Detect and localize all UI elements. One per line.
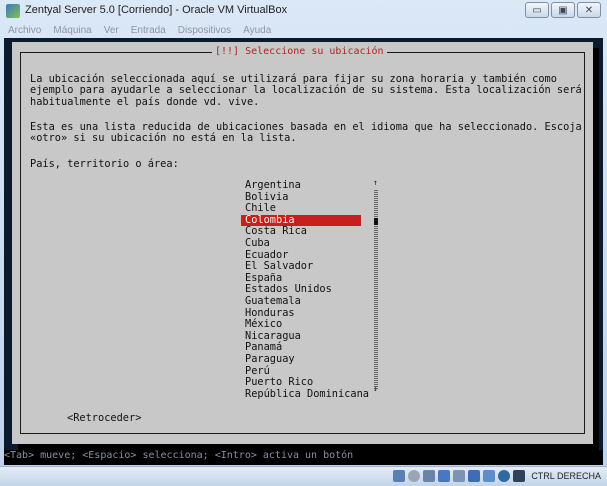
dialog-title: [!!] Seleccione su ubicación	[212, 46, 387, 57]
scroll-up-arrow-icon[interactable]: ↑	[373, 178, 378, 187]
cd-icon[interactable]	[408, 470, 421, 482]
scroll-down-arrow-icon[interactable]: ↓	[373, 384, 378, 393]
close-button[interactable]: ✕	[577, 2, 601, 18]
menu-dispositivos[interactable]: Dispositivos	[178, 24, 231, 38]
keyboard-hint: <Tab> mueve; <Espacio> selecciona; <Intr…	[4, 450, 354, 461]
list-item[interactable]: Cuba	[241, 237, 361, 250]
hdd-icon[interactable]	[393, 470, 406, 482]
menu-bar: Archivo Máquina Ver Entrada Dispositivos…	[0, 24, 607, 38]
window-controls: ▭ ▣ ✕	[525, 2, 601, 18]
list-item[interactable]: Puerto Rico	[241, 376, 361, 389]
maximize-button[interactable]: ▣	[551, 2, 575, 18]
shared-folder-icon[interactable]	[438, 470, 451, 482]
menu-ayuda[interactable]: Ayuda	[243, 24, 271, 38]
list-item[interactable]: El Salvador	[241, 261, 361, 273]
country-list: Argentina Bolivia Chile Colombia Costa R…	[241, 179, 369, 401]
cpu-icon[interactable]	[513, 470, 526, 482]
list-item[interactable]: Paraguay	[241, 353, 361, 366]
menu-archivo[interactable]: Archivo	[8, 24, 41, 38]
list-item[interactable]: Guatemala	[241, 295, 361, 308]
description-text-2: Esta es una lista reducida de ubicacione…	[30, 121, 582, 145]
description-text: La ubicación seleccionada aquí se utiliz…	[30, 73, 582, 108]
list-item[interactable]: México	[241, 319, 361, 331]
back-button[interactable]: <Retroceder>	[67, 412, 141, 424]
status-tray: CTRL DERECHA	[393, 470, 601, 482]
minimize-button[interactable]: ▭	[525, 2, 549, 18]
list-item[interactable]: Argentina	[241, 179, 361, 192]
list-item[interactable]: República Dominicana	[241, 388, 369, 401]
usb-icon[interactable]	[423, 470, 436, 482]
window-title: Zentyal Server 5.0 [Corriendo] - Oracle …	[25, 4, 288, 16]
status-bar: CTRL DERECHA	[0, 466, 607, 486]
host-key-label: CTRL DERECHA	[531, 471, 601, 481]
location-dialog: [!!] Seleccione su ubicación La ubicació…	[12, 42, 593, 444]
list-scrollbar[interactable]: ↑ ↓	[373, 178, 380, 393]
video-capture-icon[interactable]	[483, 470, 496, 482]
network-icon[interactable]	[468, 470, 481, 482]
title-bar[interactable]: Zentyal Server 5.0 [Corriendo] - Oracle …	[0, 0, 607, 22]
display-icon[interactable]	[453, 470, 466, 482]
vm-screen[interactable]: [!!] Seleccione su ubicación La ubicació…	[4, 38, 603, 465]
menu-maquina[interactable]: Máquina	[53, 24, 91, 38]
menu-entrada[interactable]: Entrada	[131, 24, 166, 38]
menu-ver[interactable]: Ver	[104, 24, 119, 38]
mouse-integration-icon[interactable]	[498, 470, 511, 482]
country-prompt: País, territorio o área:	[30, 158, 179, 170]
scrollbar-thumb[interactable]	[374, 218, 378, 225]
virtualbox-icon	[6, 4, 20, 18]
virtualbox-window: Zentyal Server 5.0 [Corriendo] - Oracle …	[0, 0, 607, 486]
